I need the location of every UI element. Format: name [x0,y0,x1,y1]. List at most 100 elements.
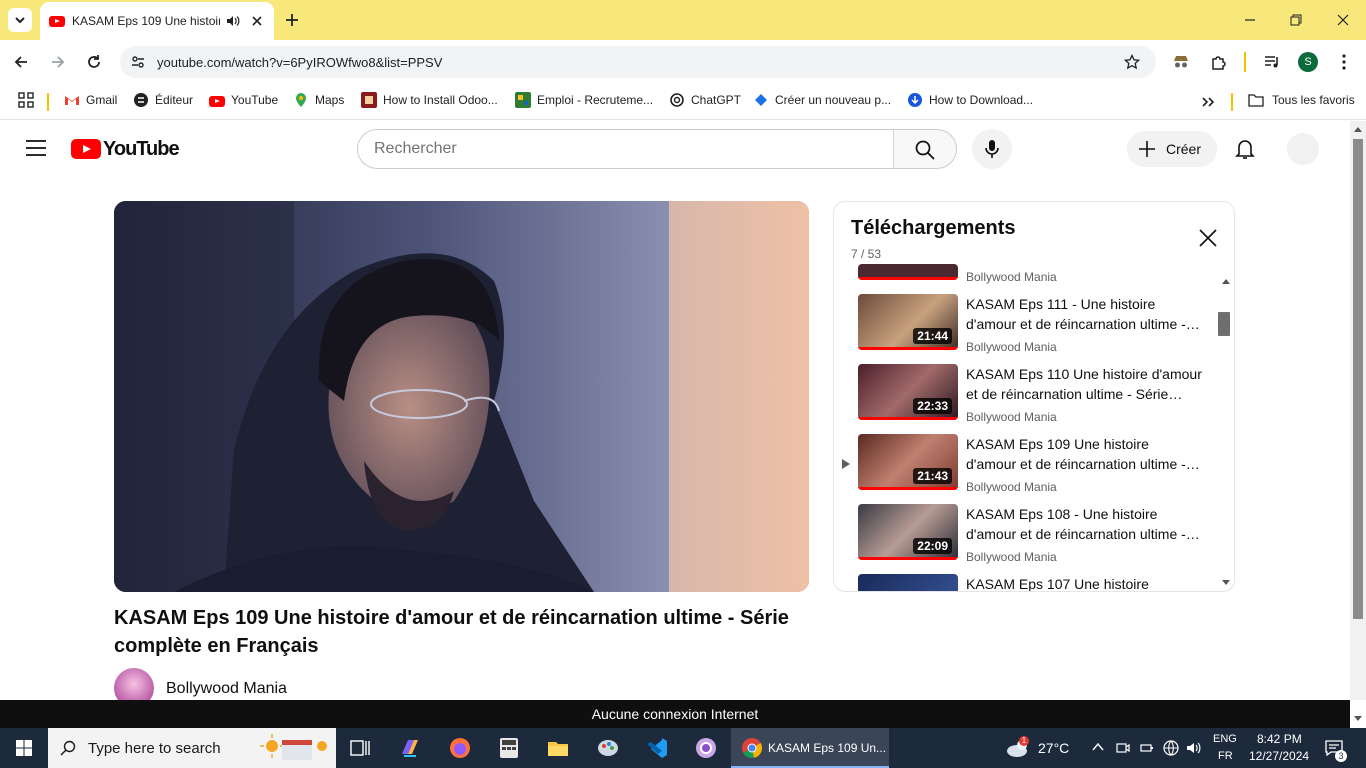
restore-icon[interactable] [1290,14,1302,26]
bookmark-gmail[interactable]: Gmail [64,84,120,120]
bookmark-emploi[interactable]: Emploi - Recruteme... [515,84,657,120]
file-explorer-icon[interactable] [546,736,570,760]
volume-icon[interactable] [1186,740,1202,756]
video-frame [114,201,809,592]
calculator-app-icon[interactable] [497,736,521,760]
incognito-extension-icon[interactable] [1172,53,1190,71]
bookmark-chatgpt[interactable]: ChatGPT [669,84,743,120]
bookmark-download[interactable]: How to Download... [907,84,1041,120]
playlist-item-channel: Bollywood Mania [966,410,1057,424]
show-hidden-icons-icon[interactable] [1092,742,1104,752]
create-button[interactable]: Créer [1127,131,1217,167]
language-bottom[interactable]: FR [1218,750,1233,762]
notification-count-badge: 3 [1335,750,1347,762]
bookmark-label: YouTube [231,93,279,107]
playlist-thumbnail[interactable]: 21:44 [858,294,958,350]
hamburger-menu-icon[interactable] [26,139,46,157]
bookmark-odoo[interactable]: How to Install Odoo... [361,84,503,120]
media-control-icon[interactable] [1263,53,1281,71]
playlist-panel: Téléchargements 7 / 53 Bollywood Mania 2… [833,201,1235,592]
close-icon[interactable] [1199,229,1217,247]
playlist-thumbnail[interactable] [858,574,958,591]
firefox-icon[interactable] [448,736,472,760]
address-bar[interactable]: youtube.com/watch?v=6PyIROWfwo8&list=PPS… [120,46,1156,78]
playlist-thumbnail[interactable]: 22:33 [858,364,958,420]
playlist-thumb-partial[interactable] [858,264,958,280]
weather-alert-badge: 1 [1019,736,1029,746]
watch-progress-bar [858,417,958,420]
profile-avatar[interactable]: S [1298,52,1318,72]
bookmark-divider [1231,93,1233,111]
bookmark-star-icon[interactable] [1124,54,1140,70]
video-title: KASAM Eps 109 Une histoire d'amour et de… [114,607,789,657]
more-bookmarks-icon[interactable] [1200,94,1216,110]
youtube-logo[interactable]: YouTube [71,138,180,160]
scrollbar-thumb[interactable] [1353,139,1363,619]
active-tab[interactable]: KASAM Eps 109 Une histoire d'amour et de… [40,2,274,40]
playlist-item[interactable]: 21:44 KASAM Eps 111 - Une histoire d'amo… [834,294,1234,354]
search-icon [60,740,76,756]
chatgpt-icon [670,93,684,107]
media-app-icon[interactable] [694,736,718,760]
all-bookmarks-folder[interactable]: Tous les favoris [1248,84,1358,120]
back-icon[interactable] [13,54,29,70]
bookmark-label: Tous les favoris [1272,93,1355,107]
playlist-scrollbar-thumb[interactable] [1218,312,1230,336]
paint-app-icon[interactable] [596,736,620,760]
language-top[interactable]: ENG [1213,733,1237,745]
bookmark-maps[interactable]: Maps [293,84,349,120]
scroll-up-arrow-icon[interactable] [1354,126,1362,132]
scroll-up-arrow-icon[interactable] [1222,278,1230,284]
extensions-icon[interactable] [1210,53,1228,71]
forward-icon[interactable] [50,54,66,70]
user-avatar[interactable] [1287,133,1319,165]
voice-search-button[interactable] [972,129,1012,169]
new-tab-icon[interactable] [284,12,300,28]
apps-grid-icon[interactable] [18,92,34,108]
power-battery-icon[interactable] [1140,741,1154,755]
page-scrollbar[interactable] [1350,121,1366,700]
taskbar-search-box[interactable]: Type here to search [48,728,336,768]
task-view-icon[interactable] [348,736,372,760]
download-site-icon [908,93,922,107]
url-text: youtube.com/watch?v=6PyIROWfwo8&list=PPS… [157,55,443,70]
playlist-item[interactable]: 22:09 KASAM Eps 108 - Une histoire d'amo… [834,504,1234,564]
audio-playing-icon[interactable] [226,14,240,28]
notifications-bell-icon[interactable] [1235,138,1255,160]
close-tab-icon[interactable] [251,15,263,27]
windows-start-icon[interactable] [16,740,32,756]
editor-icon [134,93,148,107]
playlist-thumbnail[interactable]: 21:43 [858,434,958,490]
search-button[interactable] [893,129,957,169]
search-input[interactable] [374,140,864,158]
folder-icon [1248,94,1264,107]
vscode-icon[interactable] [645,736,669,760]
weather-temperature[interactable]: 27°C [1038,740,1069,756]
playlist-item-current[interactable]: 21:43 KASAM Eps 109 Une histoire d'amour… [834,434,1234,494]
clock-date[interactable]: 12/27/2024 [1249,749,1309,763]
site-info-icon[interactable] [130,54,146,70]
bookmark-creer[interactable]: Créer un nouveau p... [753,84,895,120]
close-window-icon[interactable] [1337,14,1349,26]
playlist-item[interactable]: 22:33 KASAM Eps 110 Une histoire d'amour… [834,364,1234,424]
emploi-site-icon [515,92,531,108]
search-box[interactable] [357,129,894,169]
clock-time[interactable]: 8:42 PM [1257,732,1302,746]
reload-icon[interactable] [86,54,102,70]
copilot-icon[interactable] [398,736,422,760]
taskbar-chrome-window[interactable]: KASAM Eps 109 Un... [731,728,889,768]
meet-now-icon[interactable] [1116,741,1130,755]
menu-dots-icon[interactable] [1336,53,1352,71]
playlist-item[interactable]: KASAM Eps 107 Une histoire [834,574,1234,591]
scroll-down-arrow-icon[interactable] [1222,580,1230,586]
bookmark-editeur[interactable]: Éditeur [133,84,195,120]
bookmark-youtube[interactable]: YouTube [209,84,281,120]
video-player[interactable] [114,201,809,592]
playlist-thumbnail[interactable]: 22:09 [858,504,958,560]
watch-progress-bar [858,557,958,560]
channel-name[interactable]: Bollywood Mania [166,680,287,698]
tab-search-button[interactable] [8,8,32,32]
minimize-icon[interactable] [1244,14,1256,26]
network-globe-icon[interactable] [1163,740,1179,756]
scroll-down-arrow-icon[interactable] [1354,716,1362,722]
